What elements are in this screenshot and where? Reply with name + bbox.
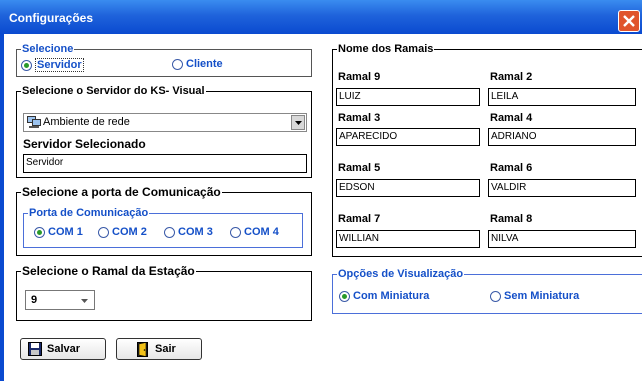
close-icon [623, 15, 635, 27]
radio-empty-icon [490, 290, 501, 302]
ramal-label: Ramal 5 [338, 162, 381, 174]
radio-servidor-label: Servidor [35, 58, 84, 72]
network-computer-icon [27, 116, 41, 128]
radio-cliente-label: Cliente [186, 58, 223, 70]
ramal-name-field[interactable]: WILLIAN [336, 230, 480, 248]
window-title: Configurações [9, 11, 94, 25]
ramal-label: Ramal 6 [490, 162, 533, 174]
ramal-label: Ramal 2 [490, 71, 533, 83]
radio-sem-miniatura[interactable]: Sem Miniatura [490, 290, 579, 302]
radio-com4[interactable]: COM 4 [230, 226, 279, 238]
radio-com3-label: COM 3 [178, 226, 213, 238]
ramal-label: Ramal 3 [338, 112, 381, 124]
radio-com1[interactable]: COM 1 [34, 226, 83, 238]
ramal-estacao-select[interactable]: 9 [25, 290, 95, 310]
radio-com2[interactable]: COM 2 [98, 226, 147, 238]
ramal-estacao-value: 9 [31, 294, 38, 306]
radio-servidor[interactable]: Servidor [21, 58, 84, 72]
radio-cliente[interactable]: Cliente [172, 58, 223, 70]
visualizacao-legend: Opções de Visualização [337, 267, 465, 281]
porta-group: Selecione a porta de Comunicação Porta d… [16, 185, 312, 256]
selecione-group: Selecione Servidor Cliente [16, 42, 312, 77]
chevron-down-icon [81, 299, 88, 303]
radio-empty-icon [230, 226, 241, 238]
selecione-legend: Selecione [21, 42, 75, 56]
servidor-combo-value: Ambiente de rede [43, 116, 130, 128]
radio-empty-icon [172, 58, 183, 70]
porta-inner-legend: Porta de Comunicação [28, 206, 150, 220]
servidor-group: Selecione o Servidor do KS- Visual Ambie… [16, 84, 312, 178]
chevron-down-icon [295, 121, 302, 125]
title-bar: Configurações [0, 0, 642, 34]
ramal-name-field[interactable]: LUIZ [336, 88, 480, 106]
ramal-estacao-legend: Selecione o Ramal da Estação [21, 264, 196, 278]
radio-selected-icon [339, 290, 350, 302]
save-button[interactable]: Salvar [20, 338, 106, 360]
floppy-disk-icon [28, 342, 42, 356]
ramal-name-field[interactable]: NILVA [488, 230, 636, 248]
servidor-selecionado-field[interactable]: Servidor [23, 154, 307, 173]
ramal-estacao-group: Selecione o Ramal da Estação 9 [16, 264, 312, 321]
servidor-selecionado-label: Servidor Selecionado [23, 137, 146, 151]
radio-com4-label: COM 4 [244, 226, 279, 238]
radio-com-miniatura[interactable]: Com Miniatura [339, 290, 429, 302]
servidor-legend: Selecione o Servidor do KS- Visual [21, 84, 206, 98]
radio-selected-icon [34, 226, 45, 238]
ramal-name-field[interactable]: APARECIDO [336, 128, 480, 146]
servidor-combo[interactable]: Ambiente de rede [23, 113, 307, 132]
visualizacao-group: Opções de Visualização Com Miniatura Sem… [332, 267, 642, 314]
save-button-label: Salvar [47, 343, 81, 355]
radio-empty-icon [164, 226, 175, 238]
ramais-group: Nome dos Ramais Ramal 9 LUIZ Ramal 2 LEI… [332, 42, 642, 257]
ramal-label: Ramal 9 [338, 71, 381, 83]
radio-com1-label: COM 1 [48, 226, 83, 238]
radio-selected-icon [21, 59, 32, 71]
door-exit-icon [137, 341, 148, 357]
exit-button[interactable]: Sair [116, 338, 202, 360]
radio-empty-icon [98, 226, 109, 238]
radio-com3[interactable]: COM 3 [164, 226, 213, 238]
window-left-border [0, 34, 4, 381]
porta-legend: Selecione a porta de Comunicação [21, 185, 222, 199]
radio-com-miniatura-label: Com Miniatura [353, 290, 430, 302]
ramal-label: Ramal 7 [338, 213, 381, 225]
ramal-name-field[interactable]: VALDIR [488, 179, 636, 197]
radio-com2-label: COM 2 [112, 226, 147, 238]
radio-sem-miniatura-label: Sem Miniatura [504, 290, 580, 302]
close-button[interactable] [618, 10, 640, 32]
ramal-name-field[interactable]: EDSON [336, 179, 480, 197]
ramais-legend: Nome dos Ramais [337, 42, 435, 56]
ramal-label: Ramal 8 [490, 213, 533, 225]
porta-inner-group: Porta de Comunicação COM 1 COM 2 COM 3 C… [23, 206, 303, 248]
exit-button-label: Sair [155, 343, 176, 355]
ramal-name-field[interactable]: ADRIANO [488, 128, 636, 146]
ramal-label: Ramal 4 [490, 112, 533, 124]
combo-dropdown-button[interactable] [291, 115, 305, 130]
ramal-name-field[interactable]: LEILA [488, 88, 636, 106]
